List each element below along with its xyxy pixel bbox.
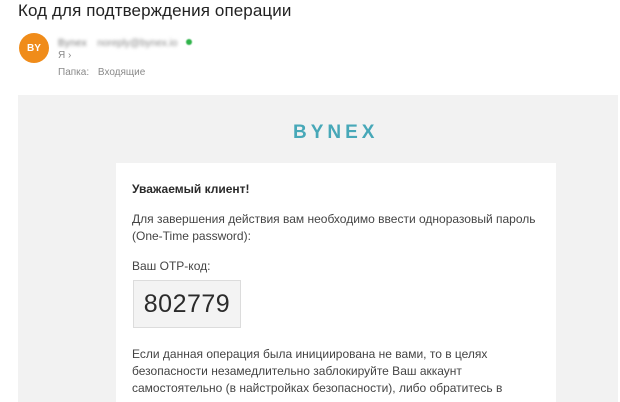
otp-code[interactable]: 802779 — [133, 280, 241, 328]
sender-email[interactable]: noreply@bynex.io — [97, 38, 177, 49]
folder-info: Папка: Входящие — [58, 67, 145, 78]
greeting: Уважаемый клиент! — [132, 182, 250, 196]
sender-name[interactable]: Bynex — [58, 38, 87, 49]
otp-label: Ваш OTP-код: — [132, 259, 211, 273]
email-subject: Код для подтверждения операции — [18, 1, 292, 20]
recipient[interactable]: Я › — [58, 50, 71, 61]
message-card: Уважаемый клиент! Для завершения действи… — [116, 163, 556, 402]
sender-avatar[interactable]: BY — [19, 33, 49, 63]
security-warning: Если данная операция была инициирована н… — [132, 347, 503, 395]
bynex-logo: BYNEX — [293, 122, 379, 143]
folder-label: Папка: — [58, 67, 90, 78]
intro-text: Для завершения действия вам необходимо в… — [132, 212, 536, 243]
sender-info[interactable]: Bynex noreply@bynex.io — [58, 33, 192, 49]
folder-value[interactable]: Входящие — [98, 67, 145, 78]
online-status-icon — [185, 38, 192, 45]
